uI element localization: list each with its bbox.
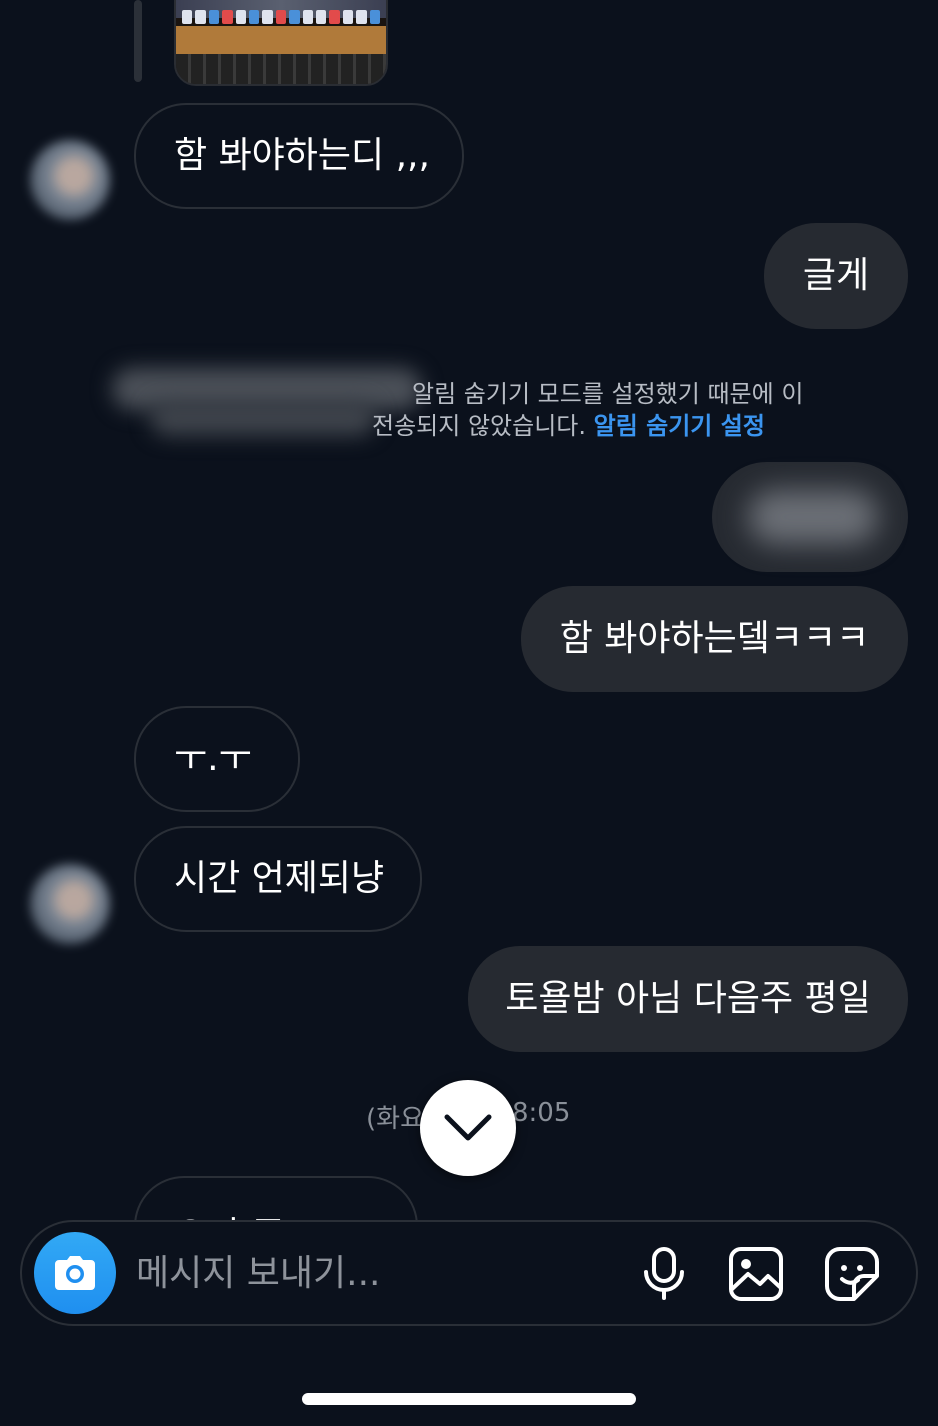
- shared-media-thumbnail[interactable]: [174, 0, 388, 86]
- notice-text-line1: 알림 숨기기 모드를 설정했기 때문에 이: [412, 380, 804, 408]
- message-bubble-incoming[interactable]: 시간 언제되냥: [134, 826, 422, 932]
- message-bubble-outgoing[interactable]: 글게: [764, 223, 908, 329]
- message-composer: [20, 1220, 918, 1326]
- camera-icon: [55, 1256, 95, 1290]
- camera-button[interactable]: [34, 1232, 116, 1314]
- thread-connector: [134, 0, 142, 82]
- notice-text-line2: 전송되지 않았습니다. 알림 숨기기 설정: [372, 412, 765, 440]
- sender-avatar[interactable]: [30, 864, 110, 944]
- message-text: ㅜ.ㅜ: [174, 738, 252, 779]
- message-text: 함 봐야하는디 ,,,: [174, 135, 430, 176]
- sender-avatar[interactable]: [30, 140, 110, 220]
- message-bubble-incoming[interactable]: ㅜ.ㅜ: [134, 706, 300, 812]
- message-text: 시간 언제되냥: [174, 858, 385, 899]
- scroll-to-bottom-button[interactable]: [420, 1080, 516, 1176]
- dm-thread-screen: 함 봐야하는디 ,,, 글게 알림 숨기기 모드를 설정했기 때문에 이 전송되…: [0, 0, 938, 1426]
- hidden-notification-notice: 알림 숨기기 모드를 설정했기 때문에 이 전송되지 않았습니다. 알림 숨기기…: [0, 368, 938, 448]
- home-indicator[interactable]: [302, 1393, 636, 1405]
- message-bubble-incoming[interactable]: 함 봐야하는디 ,,,: [134, 103, 464, 209]
- sticker-icon: [825, 1247, 879, 1301]
- microphone-icon: [644, 1247, 684, 1300]
- microphone-button[interactable]: [634, 1244, 694, 1304]
- message-text: 토욜밤 아님 다음주 평일: [505, 978, 871, 1019]
- notification-settings-link[interactable]: 알림 숨기기 설정: [594, 412, 765, 440]
- message-input[interactable]: [134, 1246, 618, 1300]
- gallery-button[interactable]: [726, 1244, 786, 1304]
- sticker-button[interactable]: [822, 1244, 882, 1304]
- timestamp-right: 8:05: [512, 1098, 571, 1128]
- chevron-down-icon: [444, 1114, 492, 1141]
- message-bubble-outgoing[interactable]: 함 봐야하는뎈ㅋㅋㅋ: [521, 586, 908, 692]
- message-bubble-outgoing[interactable]: 토욜밤 아님 다음주 평일: [468, 946, 908, 1052]
- message-text: 글게: [802, 255, 870, 296]
- image-icon: [729, 1247, 783, 1301]
- blurred-message-bubble[interactable]: [712, 462, 908, 572]
- message-text: 함 봐야하는뎈ㅋㅋㅋ: [559, 618, 870, 659]
- timestamp-left: (화요: [366, 1104, 424, 1134]
